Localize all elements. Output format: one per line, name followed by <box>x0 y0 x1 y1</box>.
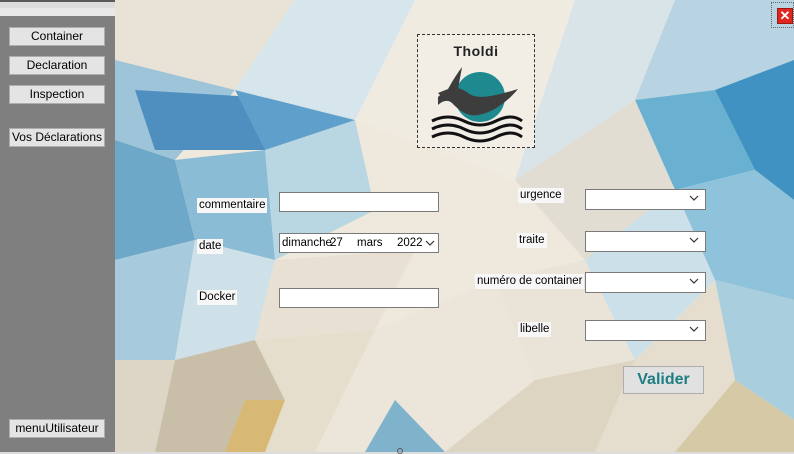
urgence-label: urgence <box>518 188 564 203</box>
date-picker[interactable]: dimanche 27 mars 2022 <box>279 233 439 253</box>
docker-label: Docker <box>197 290 238 305</box>
sidebar-top-strip <box>0 8 115 16</box>
container-button[interactable]: Container <box>9 27 105 46</box>
numero-container-select[interactable] <box>585 272 706 293</box>
logo: Tholdi <box>417 34 535 148</box>
traite-label: traite <box>517 233 547 248</box>
vos-declarations-button[interactable]: Vos Déclarations <box>9 128 105 147</box>
valider-button[interactable]: Valider <box>623 366 704 394</box>
declaration-button[interactable]: Declaration <box>9 56 105 75</box>
date-weekday: dimanche <box>282 237 332 249</box>
commentaire-input[interactable] <box>279 192 439 212</box>
traite-select[interactable] <box>585 231 706 252</box>
menu-utilisateur-button[interactable]: menuUtilisateur <box>9 419 105 438</box>
libelle-select[interactable] <box>585 320 706 341</box>
mouse-cursor <box>397 448 403 454</box>
chevron-down-icon <box>689 237 699 243</box>
sidebar: Container Declaration Inspection Vos Déc… <box>0 8 115 452</box>
docker-input[interactable] <box>279 288 439 308</box>
date-day: 27 <box>330 237 343 249</box>
whale-wave-logo-icon <box>431 67 523 143</box>
commentaire-label: commentaire <box>197 198 268 213</box>
chevron-down-icon <box>689 195 699 201</box>
libelle-label: libelle <box>518 322 552 337</box>
date-label: date <box>197 239 224 254</box>
chevron-down-icon <box>689 278 699 284</box>
close-button[interactable]: ✕ <box>777 8 793 24</box>
urgence-select[interactable] <box>585 189 706 210</box>
close-icon: ✕ <box>779 8 791 23</box>
chevron-down-icon <box>425 240 435 246</box>
date-month: mars <box>357 237 383 249</box>
date-year: 2022 <box>397 237 423 249</box>
numero-container-label: numéro de container <box>475 274 585 289</box>
inspection-button[interactable]: Inspection <box>9 85 105 104</box>
chevron-down-icon <box>689 326 699 332</box>
